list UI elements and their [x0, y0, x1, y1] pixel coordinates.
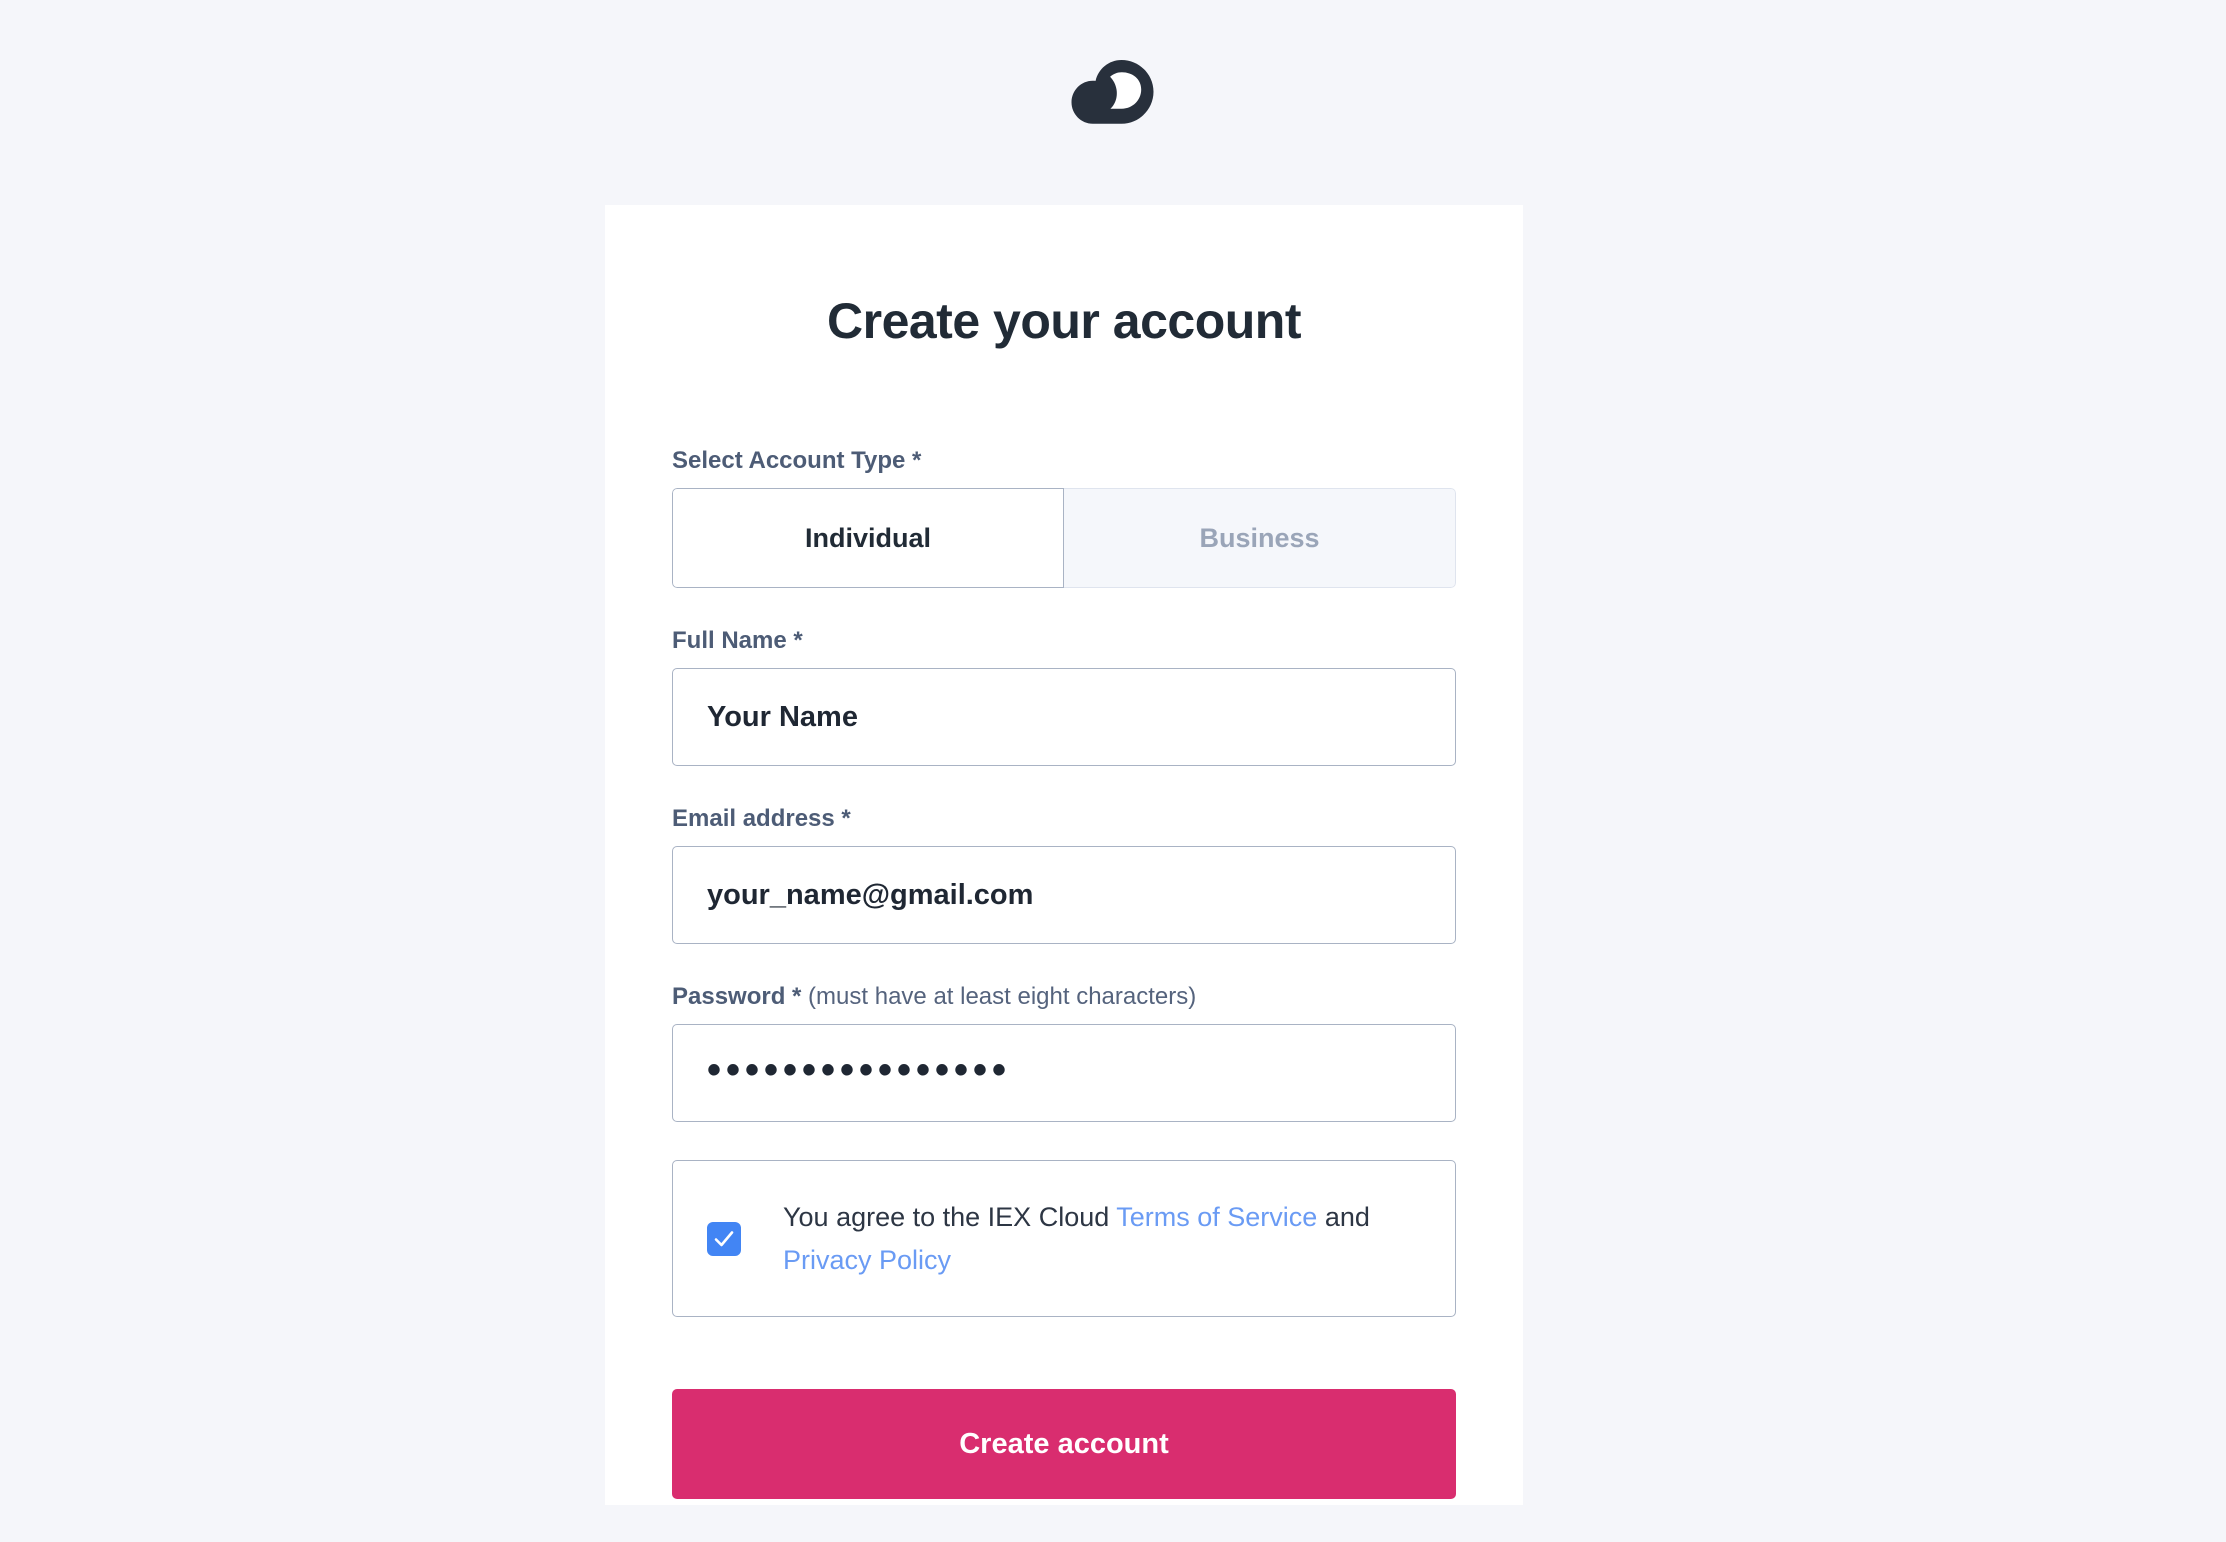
full-name-label: Full Name *	[672, 627, 803, 654]
password-input[interactable]: ••••••••••••••••	[672, 1024, 1456, 1122]
brand-logo	[0, 58, 2226, 130]
email-input[interactable]: your_name@gmail.com	[672, 846, 1456, 944]
terms-text-before: You agree to the IEX Cloud	[783, 1201, 1117, 1232]
cloud-icon	[1071, 60, 1154, 124]
page-title: Create your account	[827, 293, 1301, 349]
privacy-policy-link[interactable]: Privacy Policy	[783, 1245, 951, 1275]
create-account-button[interactable]: Create account	[672, 1389, 1456, 1499]
terms-text: You agree to the IEX Cloud Terms of Serv…	[783, 1196, 1419, 1282]
password-group: Password * (must have at least eight cha…	[672, 982, 1456, 1122]
signup-form: Select Account Type * Individual Busines…	[672, 446, 1456, 1499]
terms-agreement-box: You agree to the IEX Cloud Terms of Serv…	[672, 1160, 1456, 1317]
full-name-input[interactable]: Your Name	[672, 668, 1456, 766]
account-type-option-business[interactable]: Business	[1064, 488, 1456, 588]
signup-page: Create your account Select Account Type …	[0, 0, 2226, 1542]
full-name-group: Full Name * Your Name	[672, 626, 1456, 766]
account-type-label: Select Account Type *	[672, 447, 922, 474]
password-label-strong: Password *	[672, 983, 802, 1010]
email-group: Email address * your_name@gmail.com	[672, 804, 1456, 944]
terms-of-service-link[interactable]: Terms of Service	[1116, 1202, 1317, 1232]
account-type-option-individual[interactable]: Individual	[672, 488, 1064, 588]
password-label-hint: (must have at least eight characters)	[801, 983, 1197, 1010]
account-type-segmented-control[interactable]: Individual Business	[672, 488, 1456, 588]
account-type-group: Select Account Type * Individual Busines…	[672, 446, 1456, 588]
email-label: Email address *	[672, 805, 851, 832]
password-label: Password * (must have at least eight cha…	[672, 982, 1456, 1012]
signup-card: Create your account Select Account Type …	[605, 205, 1523, 1505]
terms-text-middle: and	[1317, 1201, 1370, 1232]
terms-checkbox[interactable]	[707, 1221, 741, 1256]
check-icon	[714, 1230, 734, 1246]
